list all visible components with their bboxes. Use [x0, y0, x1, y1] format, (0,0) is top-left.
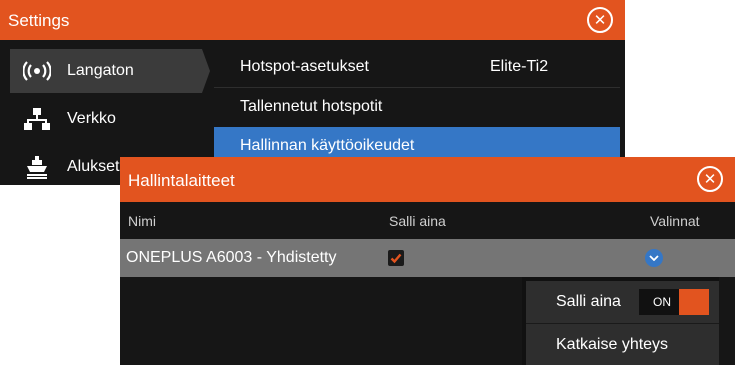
- options-popup-menu: Salli aina ON Katkaise yhteys: [522, 277, 719, 365]
- table-row[interactable]: ONEPLUS A6003 - Yhdistetty: [120, 239, 735, 277]
- devices-title: Hallintalaitteet: [128, 171, 235, 190]
- toggle-state-label: ON: [653, 295, 671, 309]
- hotspot-name-value: Elite-Ti2: [490, 58, 549, 75]
- settings-title: Settings: [8, 11, 70, 30]
- menu-item-disconnect[interactable]: Katkaise yhteys: [526, 324, 719, 365]
- wireless-icon: [22, 56, 52, 86]
- column-header-options: Valinnat: [650, 213, 700, 229]
- options-button[interactable]: [645, 249, 663, 267]
- vessels-icon: [22, 152, 52, 182]
- device-name: ONEPLUS A6003 - Yhdistetty: [126, 249, 337, 266]
- close-icon: ✕: [703, 169, 717, 188]
- sidebar-item-label: Verkko: [67, 110, 116, 127]
- allow-always-toggle[interactable]: ON: [639, 289, 709, 315]
- sidebar-item-verkko[interactable]: Verkko: [10, 97, 210, 141]
- checkmark-icon: [390, 253, 402, 264]
- settings-close-button[interactable]: ✕: [587, 7, 613, 33]
- menu-item-label: Salli aina: [556, 293, 621, 310]
- submenu-item-label: Tallennetut hotspotit: [240, 98, 383, 115]
- submenu-item-saved-hotspots[interactable]: Tallennetut hotspotit: [214, 88, 620, 126]
- submenu-item-hotspot-settings[interactable]: Hotspot-asetukset Elite-Ti2: [214, 48, 620, 86]
- network-icon: [22, 104, 52, 134]
- sidebar-item-label: Langaton: [67, 62, 134, 79]
- menu-item-label: Katkaise yhteys: [556, 336, 669, 353]
- column-header-allow-always: Salli aina: [389, 213, 446, 229]
- submenu-item-label: Hallinnan käyttöoikeudet: [240, 137, 415, 154]
- devices-titlebar: Hallintalaitteet ✕: [120, 157, 735, 202]
- sidebar-item-label: Alukset: [67, 158, 120, 175]
- submenu-item-label: Hotspot-asetukset: [240, 58, 369, 75]
- chevron-down-icon: [649, 255, 659, 261]
- devices-close-button[interactable]: ✕: [697, 166, 723, 192]
- toggle-knob: [679, 289, 709, 315]
- column-header-name: Nimi: [128, 213, 156, 229]
- allow-always-checkbox[interactable]: [388, 250, 404, 266]
- menu-item-allow-always[interactable]: Salli aina ON: [526, 281, 719, 323]
- settings-titlebar: Settings ✕: [0, 0, 625, 40]
- close-icon: ✕: [593, 10, 607, 29]
- sidebar-item-langaton[interactable]: Langaton: [10, 49, 210, 93]
